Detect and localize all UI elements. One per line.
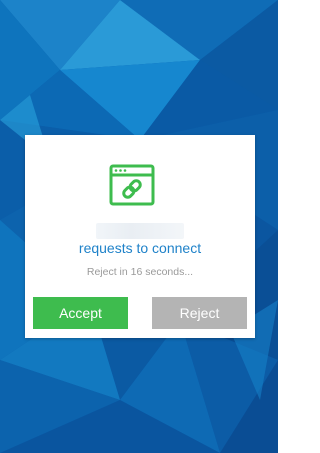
auto-reject-countdown: Reject in 16 seconds... xyxy=(86,266,194,278)
request-message: requests to connect xyxy=(78,240,202,256)
accept-button[interactable]: Accept xyxy=(33,297,128,329)
device-name xyxy=(96,223,184,239)
connection-request-dialog: requests to connect Reject in 16 seconds… xyxy=(25,135,255,338)
reject-button[interactable]: Reject xyxy=(152,297,247,329)
link-window-icon xyxy=(109,164,155,206)
